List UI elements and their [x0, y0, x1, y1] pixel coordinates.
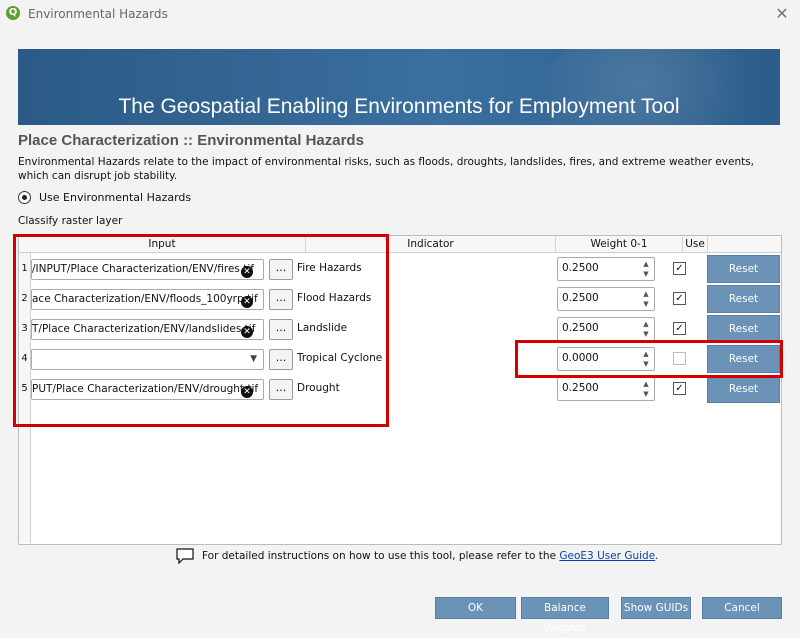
browse-button[interactable]: ... [269, 349, 293, 370]
close-icon[interactable]: ✕ [772, 4, 792, 24]
page-description: Environmental Hazards relate to the impa… [18, 156, 755, 182]
weight-spinbox[interactable]: 0.2500 ▲ ▼ [557, 287, 655, 311]
classify-label: Classify raster layer [18, 215, 123, 227]
spin-up-icon[interactable]: ▲ [640, 289, 652, 299]
clear-icon[interactable]: ✕ [241, 266, 253, 278]
spin-up-icon[interactable]: ▲ [640, 379, 652, 389]
spin-down-icon[interactable]: ▼ [640, 299, 652, 309]
speech-bubble-icon [176, 548, 194, 564]
help-text-row: For detailed instructions on how to use … [176, 548, 659, 564]
input-path-text: ace Characterization/ENV/floods_100yrp.t… [32, 293, 258, 305]
use-checkbox[interactable]: ✓ [673, 382, 686, 395]
help-text: For detailed instructions on how to use … [202, 550, 557, 562]
input-layer-combo[interactable]: ▼ [31, 349, 264, 370]
browse-button[interactable]: ... [269, 319, 293, 340]
header-indicator[interactable]: Indicator [306, 236, 556, 252]
reset-button[interactable]: Reset [707, 255, 780, 283]
input-path-text: /INPUT/Place Characterization/ENV/fires.… [32, 263, 254, 275]
row-number: 3 [19, 316, 31, 342]
weight-value: 0.2500 [562, 322, 599, 334]
use-checkbox[interactable]: ✓ [673, 292, 686, 305]
input-path-field[interactable]: PUT/Place Characterization/ENV/drought.t… [31, 379, 264, 400]
use-hazards-radio[interactable] [18, 191, 31, 204]
reset-button[interactable]: Reset [707, 315, 780, 343]
weight-spinbox[interactable]: 0.2500 ▲ ▼ [557, 257, 655, 281]
weight-spinbox[interactable]: 0.0000 ▲ ▼ [557, 347, 655, 371]
browse-button[interactable]: ... [269, 379, 293, 400]
spin-up-icon[interactable]: ▲ [640, 349, 652, 359]
header-input[interactable]: Input [19, 236, 306, 252]
dropdown-arrow-icon[interactable]: ▼ [250, 354, 257, 364]
browse-button[interactable]: ... [269, 289, 293, 310]
clear-icon[interactable]: ✕ [241, 326, 253, 338]
banner-title: The Geospatial Enabling Environments for… [118, 95, 680, 118]
row-number: 2 [19, 286, 31, 312]
balance-weights-button[interactable]: Balance Weights [521, 597, 609, 634]
qgis-app-icon: Q [6, 6, 20, 20]
weight-value: 0.2500 [562, 262, 599, 274]
indicator-label: Flood Hazards [297, 292, 372, 304]
spin-down-icon[interactable]: ▼ [640, 269, 652, 279]
spin-down-icon[interactable]: ▼ [640, 359, 652, 369]
use-hazards-label: Use Environmental Hazards [39, 191, 192, 204]
indicator-label: Tropical Cyclone [297, 352, 383, 364]
cancel-button[interactable]: Cancel [702, 597, 782, 619]
page-title: Place Characterization :: Environmental … [18, 132, 364, 149]
title-bar: Q Environmental Hazards ✕ [0, 0, 800, 28]
weight-spinbox[interactable]: 0.2500 ▲ ▼ [557, 377, 655, 401]
reset-button[interactable]: Reset [707, 375, 780, 403]
input-path-text: PUT/Place Characterization/ENV/drought.t… [32, 383, 259, 395]
indicator-label: Landslide [297, 322, 348, 334]
weight-value: 0.2500 [562, 382, 599, 394]
indicator-label: Fire Hazards [297, 262, 362, 274]
use-hazards-radio-row[interactable]: Use Environmental Hazards [18, 191, 191, 204]
input-path-field[interactable]: ace Characterization/ENV/floods_100yrp.t… [31, 289, 264, 310]
reset-button[interactable]: Reset [707, 285, 780, 313]
reset-button[interactable]: Reset [707, 345, 780, 373]
input-path-field[interactable]: T/Place Characterization/ENV/landslides.… [31, 319, 264, 340]
table-header: Input Indicator Weight 0-1 Use [19, 236, 781, 253]
row-number: 5 [19, 376, 31, 402]
use-checkbox[interactable]: ✓ [673, 322, 686, 335]
row-number: 4 [19, 346, 31, 372]
spin-down-icon[interactable]: ▼ [640, 389, 652, 399]
header-weight[interactable]: Weight 0-1 [556, 236, 683, 252]
use-checkbox[interactable]: ✓ [673, 262, 686, 275]
input-path-text: T/Place Characterization/ENV/landslides.… [32, 323, 256, 335]
ok-button[interactable]: OK [435, 597, 516, 619]
clear-icon[interactable]: ✕ [241, 386, 253, 398]
row-number: 1 [19, 256, 31, 282]
window-title: Environmental Hazards [28, 7, 168, 21]
help-suffix: . [655, 550, 659, 562]
user-guide-link[interactable]: GeoE3 User Guide [559, 550, 655, 562]
show-guids-button[interactable]: Show GUIDs [621, 597, 691, 619]
indicator-label: Drought [297, 382, 340, 394]
use-checkbox[interactable] [673, 352, 686, 365]
weight-spinbox[interactable]: 0.2500 ▲ ▼ [557, 317, 655, 341]
spin-up-icon[interactable]: ▲ [640, 259, 652, 269]
header-banner: The Geospatial Enabling Environments for… [18, 49, 780, 125]
browse-button[interactable]: ... [269, 259, 293, 280]
header-use[interactable]: Use [683, 236, 708, 252]
weight-value: 0.2500 [562, 292, 599, 304]
clear-icon[interactable]: ✕ [241, 296, 253, 308]
input-path-field[interactable]: /INPUT/Place Characterization/ENV/fires.… [31, 259, 264, 280]
weight-value: 0.0000 [562, 352, 599, 364]
spin-down-icon[interactable]: ▼ [640, 329, 652, 339]
indicator-table: Input Indicator Weight 0-1 Use 1 /INPUT/… [18, 235, 782, 545]
spin-up-icon[interactable]: ▲ [640, 319, 652, 329]
